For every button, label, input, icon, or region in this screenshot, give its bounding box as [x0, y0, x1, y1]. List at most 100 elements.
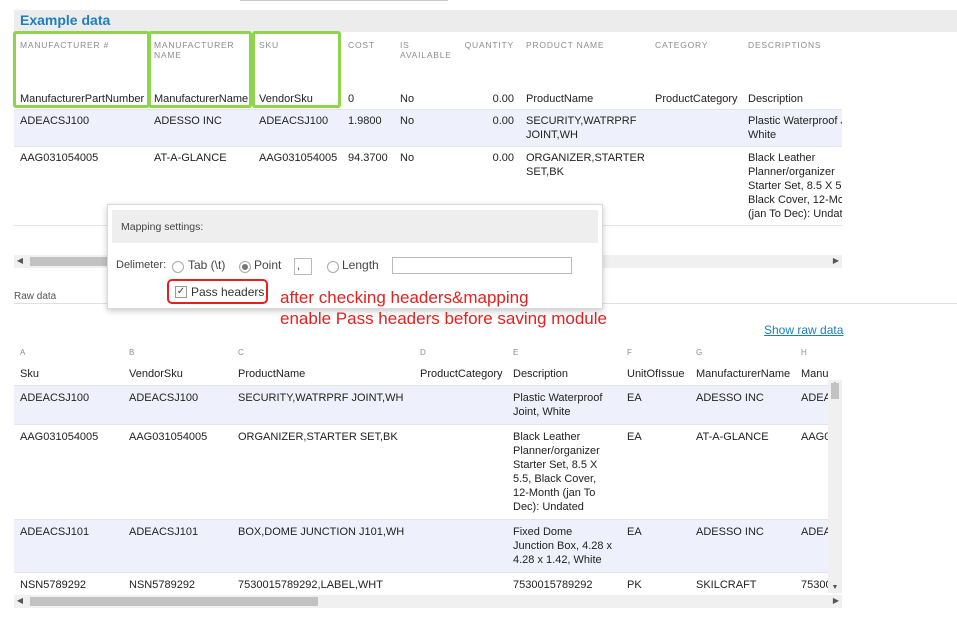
table-cell: SECURITY,WATRPRF JOINT,WH: [520, 109, 649, 147]
radio-tab[interactable]: [172, 261, 184, 273]
radio-length-label[interactable]: Length: [342, 258, 379, 272]
table-cell: Fixed Dome Junction Box, 4.28 x 4.28 x 1…: [507, 519, 621, 573]
table-cell: NSN5789292: [123, 572, 232, 593]
table-cell: [649, 146, 742, 226]
pass-headers-highlight: ✓ Pass headers: [167, 279, 268, 304]
length-input[interactable]: [392, 257, 572, 274]
mapping-cell[interactable]: 0: [342, 87, 394, 110]
table-cell: PK: [621, 572, 690, 593]
table-cell: ADEACSJ101: [123, 519, 232, 573]
table-cell: ADESSO INC: [148, 109, 253, 147]
scroll-down-icon[interactable]: ▼: [828, 583, 842, 593]
table-cell: [649, 109, 742, 147]
table-cell: Plastic Waterproof Joint, White: [507, 385, 621, 425]
annotation-text: after checking headers&mapping enable Pa…: [280, 287, 607, 329]
raw-header-cell: UnitOfIssue: [621, 363, 690, 386]
column-header-product-name: PRODUCT NAME: [526, 40, 605, 50]
column-letter: D: [420, 348, 426, 357]
delimeter-label: Delimeter:: [116, 259, 167, 271]
raw-header-cell: ManufacturerPartNumber: [795, 363, 828, 386]
raw-header-row: Sku VendorSku ProductName ProductCategor…: [14, 363, 828, 386]
column-letter: A: [20, 348, 26, 357]
table-cell: ADESSO INC: [690, 519, 795, 573]
divider: [14, 303, 108, 304]
section-title: Example data: [20, 12, 111, 28]
table-cell: ADEACSJ100: [123, 385, 232, 425]
section-header-bar: [14, 10, 957, 32]
table-cell: 7530015789292,LABEL,WHT: [232, 572, 414, 593]
pass-headers-label[interactable]: Pass headers: [191, 285, 264, 299]
table-cell: AAG031054005: [123, 424, 232, 520]
table-row: NSN5789292 NSN5789292 7530015789292,LABE…: [14, 572, 828, 593]
column-header-descriptions: DESCRIPTIONS: [748, 40, 822, 50]
table-cell: AAG031054005: [795, 424, 828, 520]
mapping-cell[interactable]: 0.00: [457, 87, 520, 110]
annotation-line: enable Pass headers before saving module: [280, 309, 607, 328]
table-row: AAG031054005 AAG031054005 ORGANIZER,STAR…: [14, 424, 828, 520]
divider: [603, 303, 957, 304]
raw-vertical-scrollbar[interactable]: ▲ ▼: [828, 380, 842, 593]
table-cell: No: [394, 109, 457, 147]
table-cell: BOX,DOME JUNCTION J101,WH: [232, 519, 414, 573]
raw-header-cell: Description: [507, 363, 621, 386]
column-letter: C: [238, 348, 244, 357]
table-cell: 1.9800: [342, 109, 394, 147]
table-cell: AAG031054005: [14, 424, 123, 520]
point-delimiter-input[interactable]: ,: [294, 258, 312, 275]
table-cell: 7530015789292 Skilcraft Recycled: [507, 572, 621, 593]
table-cell: SKILCRAFT: [690, 572, 795, 593]
table-cell: Plastic Waterproof Joint, White: [742, 109, 842, 147]
table-cell: 0.00: [457, 109, 520, 147]
column-header-cost: COST: [348, 40, 375, 50]
table-cell: ADEACSJ100: [14, 109, 148, 147]
column-header-category: CATEGORY: [655, 40, 709, 50]
table-cell: Black Leather Planner/organizer Starter …: [507, 424, 621, 520]
table-cell: SECURITY,WATRPRF JOINT,WH: [232, 385, 414, 425]
raw-horizontal-scrollbar[interactable]: ◀ ▶: [14, 595, 842, 608]
table-cell: ADEACSJ100: [253, 109, 342, 147]
top-divider: [240, 0, 448, 1]
mapping-cell[interactable]: No: [394, 87, 457, 110]
popup-title: Mapping settings:: [121, 221, 204, 233]
show-raw-data-link[interactable]: Show raw data: [764, 323, 843, 337]
mapping-cell[interactable]: ProductName: [520, 87, 649, 110]
table-cell: ADESSO INC: [690, 385, 795, 425]
raw-header-cell: ProductName: [232, 363, 414, 386]
raw-header-cell: VendorSku: [123, 363, 232, 386]
scroll-right-icon[interactable]: ▶: [830, 255, 842, 267]
table-row: ADEACSJ100 ADESSO INC ADEACSJ100 1.9800 …: [14, 109, 842, 147]
mapping-cell[interactable]: ProductCategory: [649, 87, 742, 110]
radio-point[interactable]: [239, 261, 251, 273]
mapping-highlight-box: [13, 31, 150, 108]
scroll-right-icon[interactable]: ▶: [830, 595, 842, 607]
table-cell: [414, 385, 507, 425]
mapping-cell[interactable]: Description: [742, 87, 842, 110]
column-letter: E: [513, 348, 519, 357]
column-letter: G: [696, 348, 703, 357]
scrollbar-thumb[interactable]: [831, 383, 839, 399]
table-cell: ADEACSJ100: [14, 385, 123, 425]
mapping-highlight-box: [252, 31, 341, 108]
column-letter: F: [627, 348, 632, 357]
raw-data-label: Raw data: [14, 291, 57, 302]
pass-headers-checkbox[interactable]: ✓: [175, 286, 187, 298]
table-cell: ADEACSJ101: [14, 519, 123, 573]
table-cell: Black Leather Planner/organizer Starter …: [742, 146, 842, 226]
raw-header-cell: ProductCategory: [414, 363, 507, 386]
scrollbar-thumb[interactable]: [30, 597, 318, 606]
table-cell: 7530015789292: [795, 572, 828, 593]
raw-header-cell: Sku: [14, 363, 123, 386]
annotation-line: after checking headers&mapping: [280, 288, 529, 307]
mapping-highlight-box: [148, 31, 252, 108]
table-cell: [414, 424, 507, 520]
radio-length[interactable]: [327, 261, 339, 273]
raw-header-cell: ManufacturerName: [690, 363, 795, 386]
scroll-left-icon[interactable]: ◀: [14, 255, 26, 267]
radio-point-label[interactable]: Point: [254, 258, 281, 272]
scroll-left-icon[interactable]: ◀: [14, 595, 26, 607]
table-cell: ADEACSJ101: [795, 519, 828, 573]
table-cell: EA: [621, 385, 690, 425]
radio-tab-label[interactable]: Tab (\t): [188, 258, 225, 272]
raw-data-table-container[interactable]: A B C D E F G H Sku VendorSku ProductNam…: [14, 341, 828, 593]
column-letters-row: A B C D E F G H: [14, 341, 828, 363]
